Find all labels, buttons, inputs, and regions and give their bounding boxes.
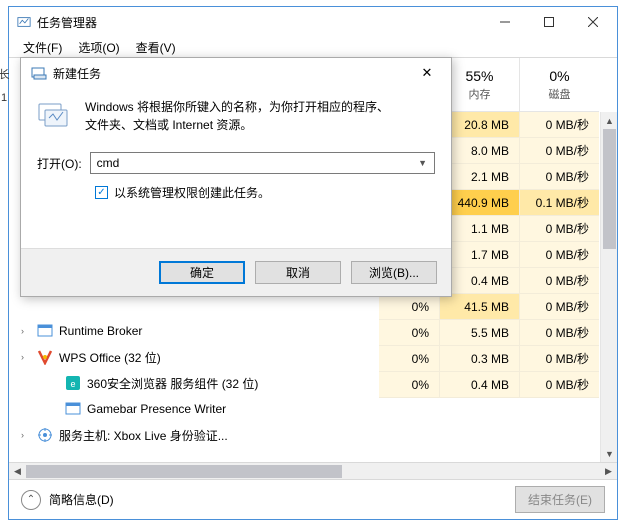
process-row[interactable]: e 360安全浏览器 服务组件 (32 位) <box>15 370 431 396</box>
table-row[interactable]: 0.3 MB0 MB/秒 <box>439 346 599 372</box>
window-title: 任务管理器 <box>37 14 483 31</box>
end-task-button[interactable]: 结束任务(E) <box>515 486 605 513</box>
open-input[interactable] <box>95 155 415 171</box>
process-icon <box>37 349 53 365</box>
column-headers: 55% 内存 0% 磁盘 <box>439 58 599 112</box>
col-header-disk[interactable]: 0% 磁盘 <box>519 58 599 111</box>
close-button[interactable] <box>571 8 615 36</box>
table-row[interactable]: 0.4 MB0 MB/秒 <box>439 372 599 398</box>
disk-pct: 0% <box>520 68 599 84</box>
disk-cell: 0.1 MB/秒 <box>519 190 599 215</box>
memory-cell: 0.4 MB <box>439 372 519 397</box>
run-dialog-icon <box>37 98 71 132</box>
disk-cell: 0 MB/秒 <box>519 294 599 319</box>
table-row[interactable]: 440.9 MB0.1 MB/秒 <box>439 190 599 216</box>
dialog-title: 新建任务 <box>53 65 409 82</box>
process-list: › Runtime Broker › WPS Office (32 位) e 360安全浏… <box>15 318 431 448</box>
process-row[interactable]: › WPS Office (32 位) <box>15 344 431 370</box>
chevron-down-icon[interactable]: ▼ <box>415 158 430 168</box>
scroll-thumb[interactable] <box>603 129 616 249</box>
process-row[interactable]: › 服务主机: Xbox Live 身份验证... <box>15 422 431 448</box>
process-icon <box>37 323 53 339</box>
expand-icon[interactable]: › <box>21 352 31 362</box>
left-edge-text: 长 1 <box>0 62 8 110</box>
run-icon <box>31 65 47 81</box>
table-row[interactable]: 20.8 MB0 MB/秒 <box>439 112 599 138</box>
process-name: 服务主机: Xbox Live 身份验证... <box>59 427 228 444</box>
table-row[interactable]: 1.1 MB0 MB/秒 <box>439 216 599 242</box>
menu-options[interactable]: 选项(O) <box>72 37 125 58</box>
admin-checkbox-label: 以系统管理权限创建此任务。 <box>114 184 270 201</box>
disk-cell: 0 MB/秒 <box>519 242 599 267</box>
process-row[interactable]: › Runtime Broker <box>15 318 431 344</box>
svg-text:e: e <box>70 379 75 389</box>
menu-file[interactable]: 文件(F) <box>17 37 68 58</box>
scroll-left-icon[interactable]: ◀ <box>9 463 26 480</box>
cpu-cell: 0% <box>379 294 439 319</box>
cancel-button[interactable]: 取消 <box>255 261 341 284</box>
table-row[interactable]: 5.5 MB0 MB/秒 <box>439 320 599 346</box>
minimize-button[interactable] <box>483 8 527 36</box>
process-row[interactable]: Gamebar Presence Writer <box>15 396 431 422</box>
disk-cell: 0 MB/秒 <box>519 372 599 397</box>
process-icon <box>37 427 53 443</box>
disk-label: 磁盘 <box>520 86 599 102</box>
expand-icon[interactable]: › <box>21 326 31 336</box>
open-combobox[interactable]: ▼ <box>90 152 435 174</box>
disk-cell: 0 MB/秒 <box>519 216 599 241</box>
disk-cell: 0 MB/秒 <box>519 268 599 293</box>
vertical-scrollbar[interactable]: ▲ ▼ <box>600 112 617 462</box>
disk-cell: 0 MB/秒 <box>519 112 599 137</box>
menu-view[interactable]: 查看(V) <box>130 37 182 58</box>
dialog-description: Windows 将根据你所键入的名称，为你打开相应的程序、 文件夹、文档或 In… <box>85 98 389 134</box>
table-row[interactable]: 2.1 MB0 MB/秒 <box>439 164 599 190</box>
process-icon: e <box>65 375 81 391</box>
statusbar: ⌃ 简略信息(D) 结束任务(E) <box>9 479 617 519</box>
brief-info-button[interactable]: 简略信息(D) <box>49 491 114 508</box>
table-row[interactable]: 0.4 MB0 MB/秒 <box>439 268 599 294</box>
process-name: WPS Office (32 位) <box>59 349 161 366</box>
memory-cell: 41.5 MB <box>439 294 519 319</box>
expand-icon[interactable]: › <box>21 430 31 440</box>
process-name: 360安全浏览器 服务组件 (32 位) <box>87 375 258 392</box>
task-manager-icon <box>17 15 31 29</box>
table-row[interactable]: 8.0 MB0 MB/秒 <box>439 138 599 164</box>
browse-button[interactable]: 浏览(B)... <box>351 261 437 284</box>
table-row[interactable]: 41.5 MB0 MB/秒 <box>439 294 599 320</box>
memory-cell: 0.3 MB <box>439 346 519 371</box>
scroll-up-icon[interactable]: ▲ <box>601 112 617 129</box>
scroll-right-icon[interactable]: ▶ <box>600 463 617 480</box>
process-name: Runtime Broker <box>59 324 142 338</box>
memory-cell: 5.5 MB <box>439 320 519 345</box>
dialog-titlebar: 新建任务 ✕ <box>21 58 451 88</box>
scroll-down-icon[interactable]: ▼ <box>601 445 617 462</box>
menubar: 文件(F) 选项(O) 查看(V) <box>9 37 617 57</box>
table-row[interactable]: 1.7 MB0 MB/秒 <box>439 242 599 268</box>
data-rows: 20.8 MB0 MB/秒8.0 MB0 MB/秒2.1 MB0 MB/秒440… <box>439 112 599 398</box>
process-icon <box>65 401 81 417</box>
open-label: 打开(O): <box>37 155 82 172</box>
process-name: Gamebar Presence Writer <box>87 402 226 416</box>
disk-cell: 0 MB/秒 <box>519 164 599 189</box>
disk-cell: 0 MB/秒 <box>519 346 599 371</box>
new-task-dialog: 新建任务 ✕ Windows 将根据你所键入的名称，为你打开相应的程序、 文件夹… <box>20 57 452 297</box>
titlebar: 任务管理器 <box>9 7 617 37</box>
hscroll-thumb[interactable] <box>26 465 342 478</box>
chevron-up-icon[interactable]: ⌃ <box>21 490 41 510</box>
maximize-button[interactable] <box>527 8 571 36</box>
admin-checkbox[interactable]: ✓ <box>95 186 108 199</box>
ok-button[interactable]: 确定 <box>159 261 245 284</box>
disk-cell: 0 MB/秒 <box>519 138 599 163</box>
dialog-close-button[interactable]: ✕ <box>409 60 445 86</box>
horizontal-scrollbar[interactable]: ◀ ▶ <box>9 462 617 479</box>
disk-cell: 0 MB/秒 <box>519 320 599 345</box>
